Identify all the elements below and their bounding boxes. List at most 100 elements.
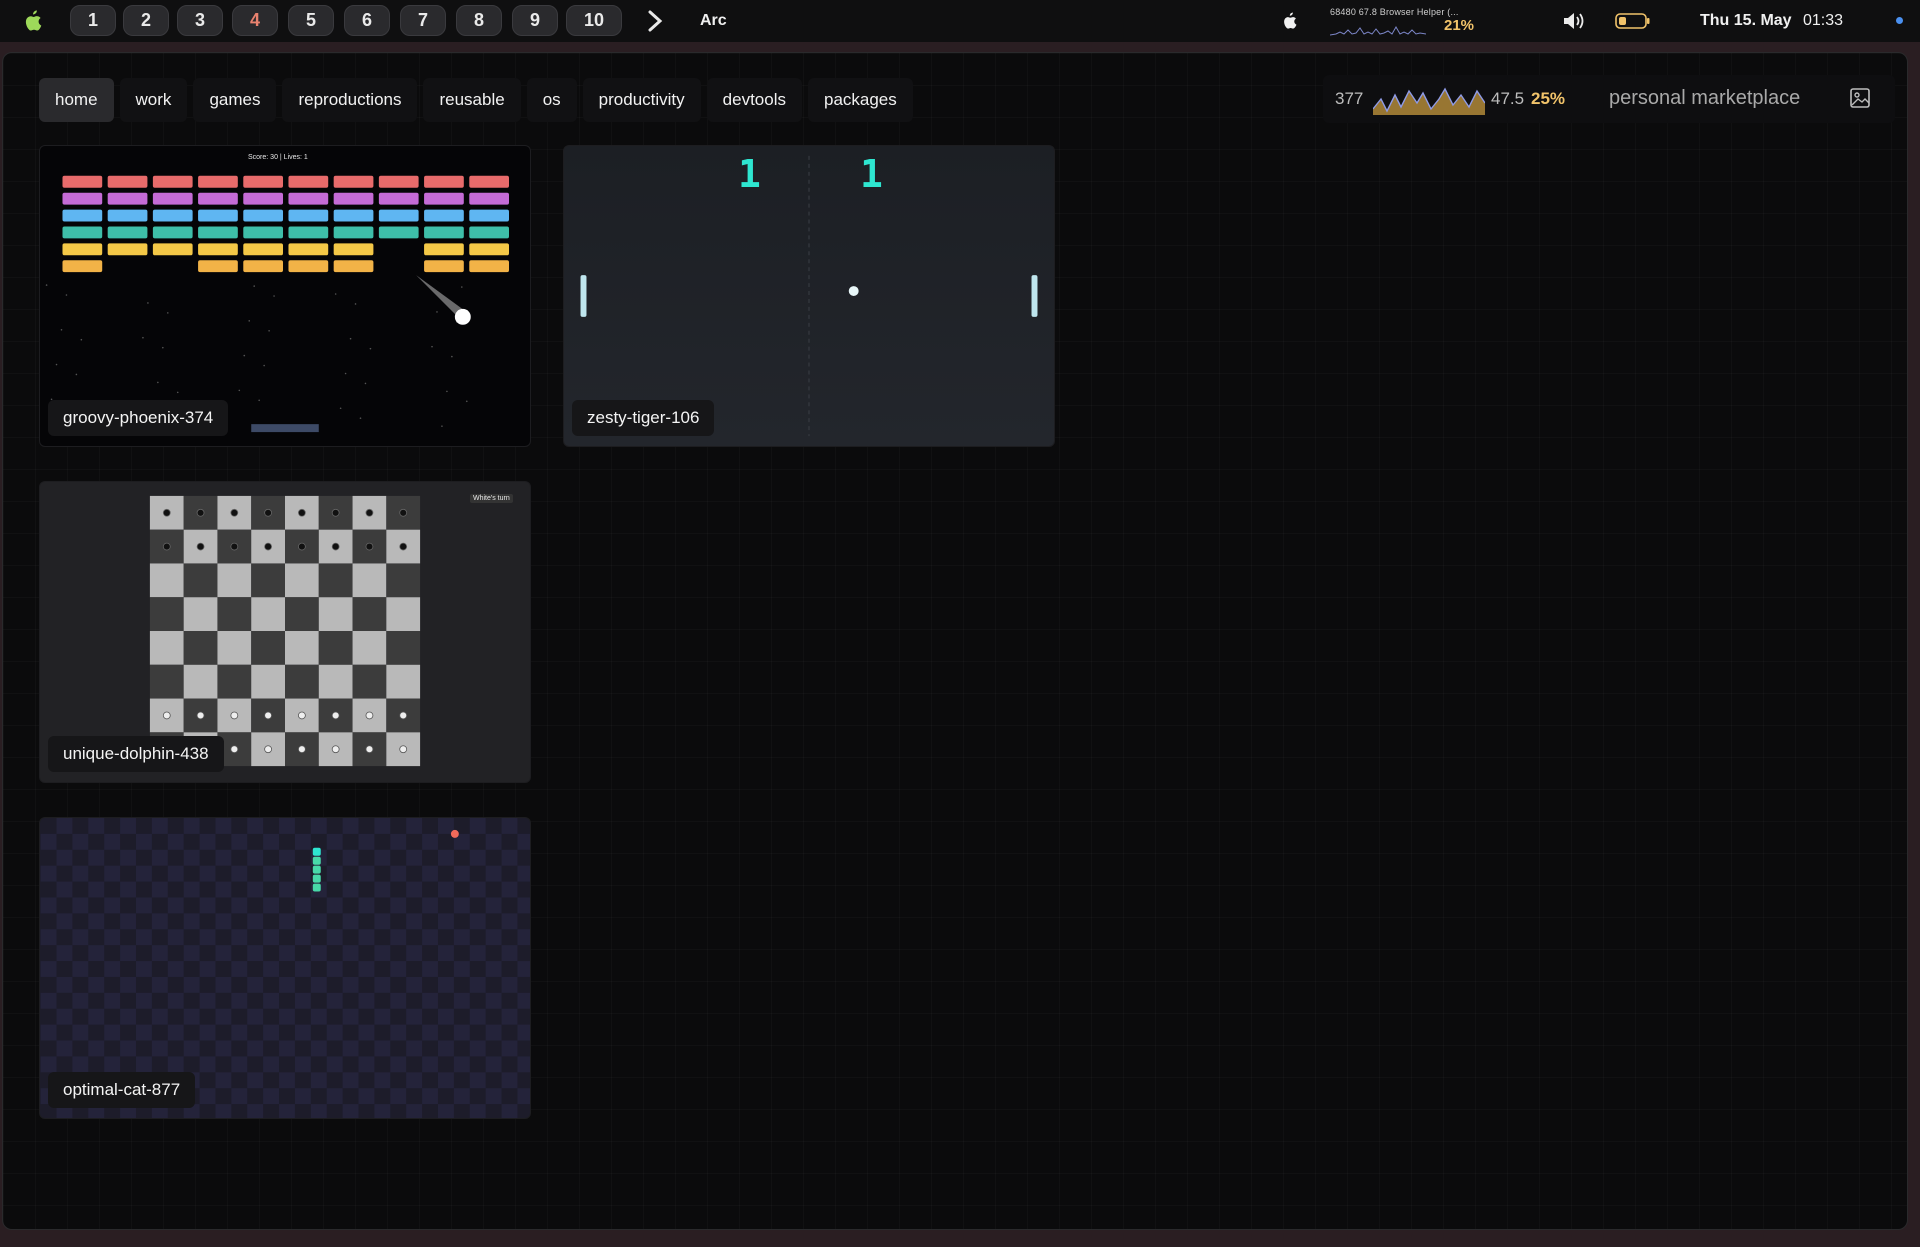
stat-count-left: 377: [1335, 89, 1364, 108]
grid-cell: [358, 865, 375, 882]
nav-tab-productivity[interactable]: productivity: [582, 78, 701, 122]
volume-icon[interactable]: [1562, 10, 1588, 32]
battery-icon[interactable]: [1615, 12, 1651, 30]
brick: [424, 226, 464, 239]
grid-cell: [104, 961, 121, 977]
menu-bar: 1 2 3 4 5 6 7 8 9 10 Arc 68480 67.8 Browser Helpe…: [0, 0, 1920, 42]
grid-cell: [310, 1104, 327, 1118]
chess-square: [285, 664, 319, 699]
ball: [454, 308, 471, 325]
stat-count-right: 47.5: [1491, 89, 1525, 108]
workspace-button-1[interactable]: 1: [70, 5, 116, 36]
grid-cell: [72, 833, 89, 850]
apple-menu-icon[interactable]: [1281, 11, 1297, 31]
grid-cell: [485, 1056, 502, 1073]
cpu-process-text: 68480 67.8 Browser Helper (...: [1330, 7, 1459, 17]
nav-tab-work[interactable]: work: [119, 78, 188, 122]
chess-square: [183, 563, 218, 598]
workspace-button-6[interactable]: 6: [344, 5, 390, 36]
grid-cell: [422, 865, 438, 882]
clock-time[interactable]: 01:33: [1803, 12, 1843, 30]
grid-cell: [501, 881, 518, 898]
grid-cell: [374, 849, 391, 866]
project-card-breakout[interactable]: Score: 30 | Lives: 1 groovy-phoenix-374: [39, 145, 531, 447]
grid-cell: [167, 833, 184, 850]
nav-tab-packages[interactable]: packages: [807, 78, 913, 122]
marketplace-link[interactable]: personal marketplace: [1609, 87, 1800, 110]
image-icon[interactable]: [1849, 87, 1871, 109]
grid-cell: [263, 961, 280, 977]
nav-tab-home[interactable]: home: [39, 78, 114, 122]
grid-cell: [40, 961, 57, 977]
grid-cell: [199, 897, 216, 914]
nav-tab-reusable[interactable]: reusable: [423, 78, 521, 122]
grid-cell: [247, 1008, 264, 1025]
brick: [198, 243, 238, 256]
grid-cell: [183, 818, 200, 834]
grid-cell: [390, 865, 407, 882]
workspace-button-2[interactable]: 2: [123, 5, 169, 36]
workspace-button-3[interactable]: 3: [177, 5, 223, 36]
chess-piece: [331, 508, 340, 517]
grid-cell: [279, 1072, 295, 1089]
grid-cell: [199, 833, 216, 850]
grid-cell: [56, 1040, 73, 1057]
grid-cell: [358, 833, 375, 850]
grid-cell: [231, 961, 248, 977]
grid-cell: [88, 945, 105, 962]
nav-tab-games[interactable]: games: [193, 78, 277, 122]
project-card-snake[interactable]: optimal-cat-877: [39, 817, 531, 1119]
chess-piece: [298, 508, 306, 517]
grid-cell: [294, 961, 311, 977]
chess-piece: [264, 711, 272, 720]
star: [176, 391, 179, 394]
grid-cell: [326, 833, 343, 850]
grid-cell: [215, 976, 232, 993]
workspace-button-7[interactable]: 7: [400, 5, 446, 36]
pong-score-left: 1: [738, 152, 761, 196]
grid-cell: [437, 881, 454, 898]
workspace-button-9[interactable]: 9: [512, 5, 558, 36]
workspace-button-4[interactable]: 4: [232, 5, 278, 36]
grid-cell: [358, 897, 375, 914]
workspace-button-5[interactable]: 5: [288, 5, 334, 36]
brick: [62, 192, 103, 205]
grid-cell: [469, 849, 486, 866]
status-dot-icon: [1896, 17, 1903, 24]
grid-cell: [342, 976, 359, 993]
chess-square: [318, 631, 353, 665]
grid-cell: [469, 1008, 486, 1025]
brick: [378, 192, 419, 205]
grid-cell: [56, 976, 73, 993]
stat-percent: 25%: [1531, 89, 1566, 108]
grid-cell: [310, 818, 327, 834]
chess-square: [352, 664, 387, 699]
workspace-button-10[interactable]: 10: [566, 5, 622, 36]
workspace-button-8[interactable]: 8: [456, 5, 502, 36]
project-card-chess[interactable]: White's turn unique-dolphin-438: [39, 481, 531, 783]
grid-cell: [406, 881, 423, 898]
project-card-pong[interactable]: 1 1 zesty-tiger-106: [563, 145, 1055, 447]
grid-cell: [263, 897, 280, 914]
chess-square: [285, 563, 319, 598]
nav-tab-os[interactable]: os: [526, 78, 577, 122]
apple-logo-icon[interactable]: [22, 9, 42, 33]
grid-cell: [358, 929, 375, 946]
nav-tab-devtools[interactable]: devtools: [706, 78, 802, 122]
grid-cell: [406, 976, 423, 993]
brick: [198, 192, 238, 205]
chess-square: [183, 631, 218, 665]
grid-cell: [310, 1040, 327, 1057]
grid-cell: [247, 849, 264, 866]
chess-piece: [230, 745, 239, 754]
clock-date[interactable]: Thu 15. May: [1700, 12, 1792, 30]
brick: [469, 226, 510, 239]
brick: [107, 243, 148, 256]
chevron-right-icon[interactable]: [644, 8, 666, 34]
nav-tab-reproductions[interactable]: reproductions: [282, 78, 418, 122]
browser-window: home work games reproductions reusable os prod…: [2, 52, 1908, 1230]
brick: [288, 243, 329, 256]
chess-piece: [298, 711, 306, 720]
grid-cell: [485, 1088, 502, 1105]
grid-cell: [183, 945, 200, 962]
